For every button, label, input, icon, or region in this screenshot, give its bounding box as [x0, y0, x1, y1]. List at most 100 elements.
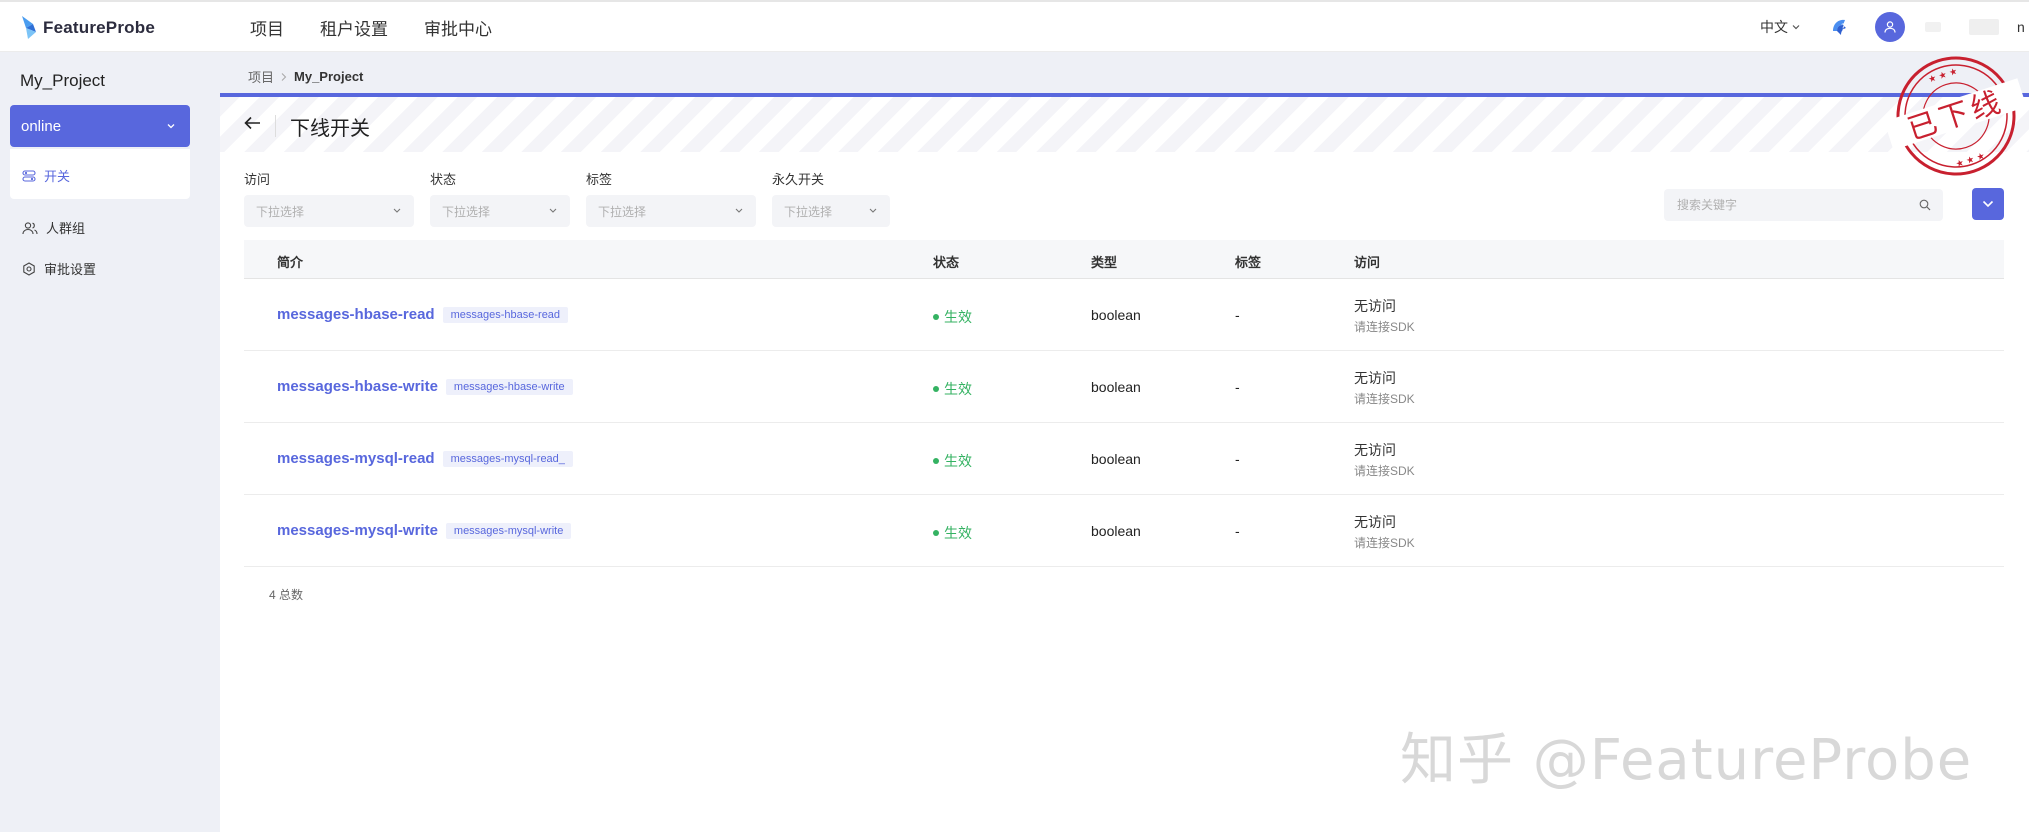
expand-filter-button[interactable]: [1972, 188, 2004, 220]
access-hint: 请连接SDK: [1354, 320, 1415, 334]
sidebar-item-segments[interactable]: 人群组: [22, 218, 85, 237]
help-doc-icon[interactable]: ?: [1829, 16, 1851, 38]
table-row[interactable]: messages-hbase-write messages-hbase-writ…: [244, 351, 2004, 423]
svg-text:?: ?: [1841, 23, 1846, 33]
search-input[interactable]: [1664, 189, 1904, 221]
access-hint: 请连接SDK: [1354, 392, 1415, 406]
search-icon[interactable]: [1919, 199, 1931, 211]
filter-placeholder: 下拉选择: [784, 204, 833, 219]
sidebar: My_Project online 开关 人群组 审批设置: [0, 52, 220, 832]
chevron-down-icon: [1982, 200, 1994, 208]
chevron-down-icon: [869, 208, 877, 213]
filter-access-select[interactable]: 下拉选择: [244, 195, 414, 227]
sidebar-item-toggles[interactable]: 开关: [22, 166, 70, 185]
filter-label: 访问: [244, 172, 271, 187]
top-bar: FeatureProbe 项目 租户设置 审批中心 中文 ? n: [0, 0, 2029, 52]
title-divider: [275, 115, 276, 137]
status-text: 生效: [944, 525, 972, 541]
cell-status: 生效: [933, 523, 972, 543]
cell-status: 生效: [933, 451, 972, 471]
back-arrow-icon[interactable]: [244, 116, 262, 130]
title-bar: 下线开关: [220, 93, 2029, 152]
status-dot-icon: [933, 314, 939, 320]
status-dot-icon: [933, 386, 939, 392]
cell-access: 无访问 请连接SDK: [1354, 296, 1415, 335]
toggle-name-link[interactable]: messages-mysql-write: [277, 522, 438, 539]
access-hint: 请连接SDK: [1354, 464, 1415, 478]
filter-placeholder: 下拉选择: [256, 204, 305, 219]
environment-label: online: [21, 117, 62, 135]
breadcrumb-root[interactable]: 项目: [248, 67, 274, 86]
language-label: 中文: [1760, 19, 1788, 35]
toggle-icon: [22, 169, 36, 182]
user-avatar[interactable]: [1875, 12, 1905, 42]
cell-status: 生效: [933, 379, 972, 399]
chevron-down-icon: [393, 208, 401, 213]
language-switcher[interactable]: 中文: [1760, 17, 1801, 37]
filter-placeholder: 下拉选择: [598, 204, 647, 219]
toggle-key-badge: messages-hbase-read: [442, 306, 569, 323]
nav-tenant-settings[interactable]: 租户设置: [320, 15, 388, 40]
column-header-status: 状态: [933, 255, 960, 270]
sidebar-item-label: 人群组: [46, 221, 86, 236]
toggle-key-badge: messages-mysql-write: [445, 522, 572, 539]
search-box: [1664, 189, 1943, 221]
project-name: My_Project: [20, 71, 106, 90]
column-header-access: 访问: [1354, 255, 1381, 270]
toggle-key-badge: messages-mysql-read_: [442, 450, 573, 467]
breadcrumb-current: My_Project: [294, 69, 364, 84]
redacted-block: [1925, 22, 1941, 32]
access-hint: 请连接SDK: [1354, 536, 1415, 550]
offline-stamp: ★ ★ ★ ★ ★ ★ 已下线: [1888, 52, 2029, 182]
cell-tags: -: [1235, 307, 1240, 323]
total-count: 4 总数: [269, 588, 304, 602]
cell-access: 无访问 请连接SDK: [1354, 368, 1415, 407]
toggle-name-link[interactable]: messages-hbase-read: [277, 306, 435, 323]
breadcrumb: 项目 My_Project: [248, 67, 363, 86]
nav-projects[interactable]: 项目: [250, 15, 284, 40]
cell-name: messages-hbase-write messages-hbase-writ…: [277, 378, 573, 395]
chevron-down-icon: [735, 208, 743, 213]
table-row[interactable]: messages-hbase-read messages-hbase-read …: [244, 279, 2004, 351]
filter-permanent-select[interactable]: 下拉选择: [772, 195, 890, 227]
cell-tags: -: [1235, 523, 1240, 539]
gear-icon: [23, 261, 35, 276]
status-dot-icon: [933, 530, 939, 536]
cell-access: 无访问 请连接SDK: [1354, 512, 1415, 551]
column-header-description: 简介: [277, 255, 304, 270]
filter-status: 状态 下拉选择: [430, 169, 570, 227]
breadcrumb-bar: 项目 My_Project: [220, 52, 2029, 93]
cell-name: messages-hbase-read messages-hbase-read: [277, 306, 569, 323]
logo[interactable]: FeatureProbe: [20, 14, 155, 42]
cell-name: messages-mysql-write messages-mysql-writ…: [277, 522, 572, 539]
toggle-name-link[interactable]: messages-mysql-read: [277, 450, 435, 467]
chevron-down-icon: [167, 124, 175, 129]
cell-type: boolean: [1091, 451, 1141, 467]
filter-tags-select[interactable]: 下拉选择: [586, 195, 756, 227]
toggle-name-link[interactable]: messages-hbase-write: [277, 378, 438, 395]
status-text: 生效: [944, 453, 972, 469]
nav-approval-center[interactable]: 审批中心: [424, 15, 492, 40]
status-dot-icon: [933, 458, 939, 464]
sidebar-item-approval-settings[interactable]: 审批设置: [22, 259, 96, 278]
filter-label: 永久开关: [772, 172, 825, 187]
environment-select[interactable]: online: [10, 105, 190, 147]
featureprobe-logo-icon: [22, 16, 36, 39]
redacted-block: [1969, 19, 1999, 35]
filter-permanent: 永久开关 下拉选择: [772, 169, 890, 227]
environment-menu: 开关: [10, 149, 190, 199]
table-header: 简介 状态 类型 标签 访问: [244, 240, 2004, 279]
table-row[interactable]: messages-mysql-write messages-mysql-writ…: [244, 495, 2004, 567]
cell-access: 无访问 请连接SDK: [1354, 440, 1415, 479]
table-row[interactable]: messages-mysql-read messages-mysql-read_…: [244, 423, 2004, 495]
sidebar-item-label: 审批设置: [44, 262, 97, 277]
chevron-right-icon: [281, 72, 287, 81]
user-name[interactable]: n: [2017, 19, 2029, 35]
cell-tags: -: [1235, 379, 1240, 395]
page-title: 下线开关: [290, 118, 370, 140]
column-header-tags: 标签: [1235, 255, 1262, 270]
watermark: 知乎 @FeatureProbe: [1400, 728, 1973, 793]
access-status: 无访问: [1354, 514, 1396, 530]
sidebar-item-label: 开关: [44, 169, 71, 184]
filter-status-select[interactable]: 下拉选择: [430, 195, 570, 227]
